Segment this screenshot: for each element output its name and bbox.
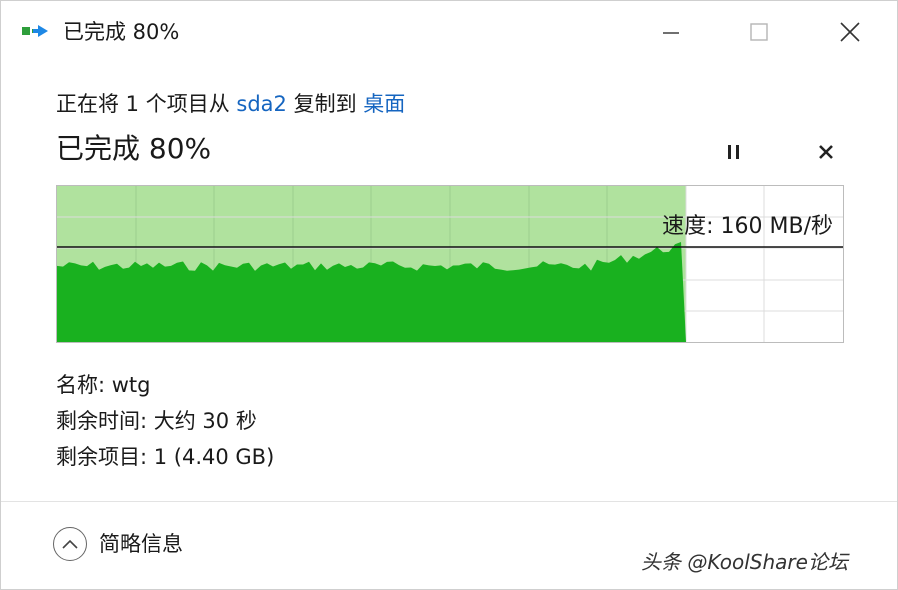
copy-prefix: 正在将 1 个项目从 bbox=[56, 92, 237, 116]
fewer-details-button[interactable]: 简略信息 bbox=[53, 527, 183, 561]
close-icon bbox=[840, 22, 860, 42]
copy-description: 正在将 1 个项目从 sda2 复制到 桌面 bbox=[56, 89, 405, 119]
minimize-button[interactable] bbox=[648, 15, 694, 49]
speed-graph-svg bbox=[57, 186, 843, 342]
transfer-speed-graph: 速度: 160 MB/秒 bbox=[56, 185, 844, 343]
source-link[interactable]: sda2 bbox=[236, 92, 287, 116]
destination-link[interactable]: 桌面 bbox=[363, 92, 405, 116]
maximize-icon bbox=[750, 23, 768, 41]
cancel-icon bbox=[819, 145, 833, 159]
speed-label: 速度: 160 MB/秒 bbox=[662, 214, 833, 239]
pause-icon bbox=[728, 145, 739, 159]
time-remaining: 剩余时间: 大约 30 秒 bbox=[56, 409, 257, 433]
details-panel: 名称: wtg 剩余时间: 大约 30 秒 剩余项目: 1 (4.40 GB) bbox=[56, 367, 274, 475]
items-remaining: 剩余项目: 1 (4.40 GB) bbox=[56, 445, 275, 469]
footer-divider bbox=[1, 501, 897, 502]
file-copy-icon bbox=[22, 25, 48, 37]
fewer-details-label: 简略信息 bbox=[99, 532, 183, 556]
cancel-button[interactable] bbox=[809, 135, 843, 169]
pause-button[interactable] bbox=[717, 135, 751, 169]
progress-title: 已完成 80% bbox=[56, 132, 212, 165]
chevron-up-circle bbox=[53, 527, 87, 561]
title-bar[interactable]: 已完成 80% bbox=[1, 1, 897, 63]
chevron-up-icon bbox=[62, 539, 78, 549]
window-title: 已完成 80% bbox=[63, 20, 180, 44]
maximize-button[interactable] bbox=[736, 15, 782, 49]
copy-progress-window: 已完成 80% 正在将 1 个项目从 sda2 复制到 桌面 已完成 80% 速… bbox=[0, 0, 898, 590]
copy-middle: 复制到 bbox=[286, 92, 364, 116]
close-window-button[interactable] bbox=[827, 15, 873, 49]
file-name: 名称: wtg bbox=[56, 373, 151, 397]
watermark: 头条 @KoolShare论坛 bbox=[641, 550, 848, 574]
minimize-icon bbox=[663, 32, 679, 34]
